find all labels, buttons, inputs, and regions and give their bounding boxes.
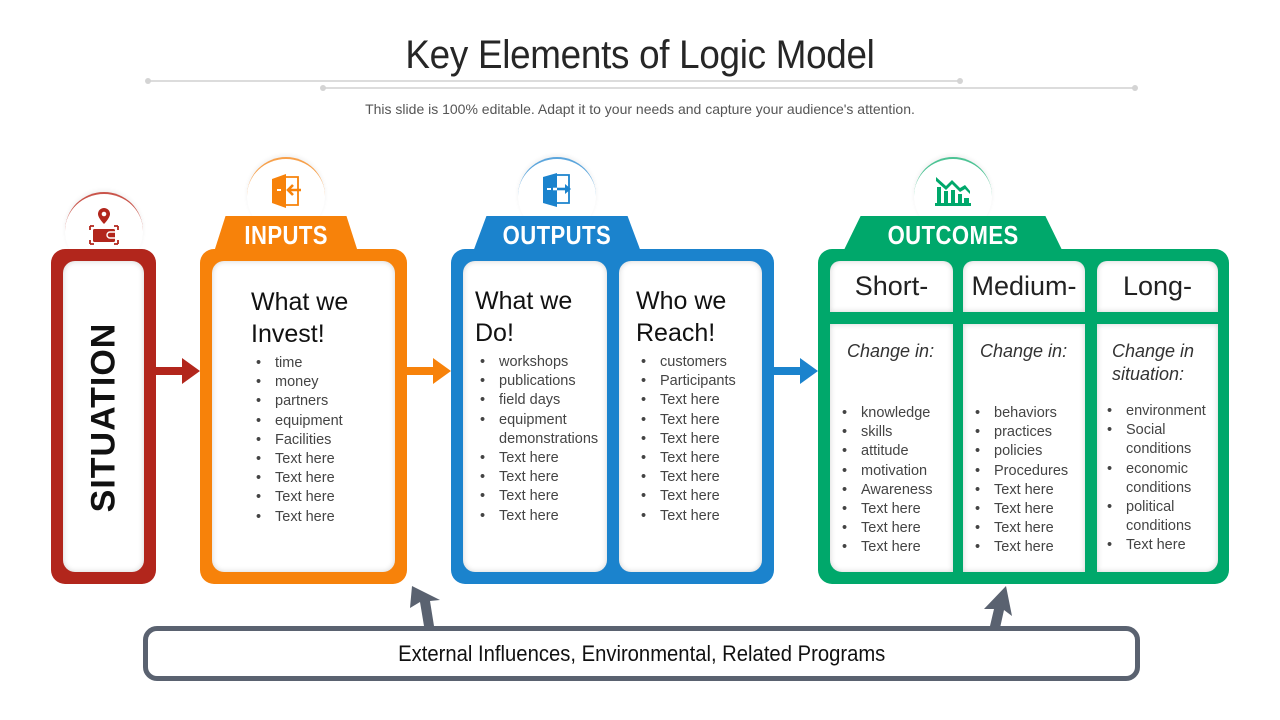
list-item: equipment demonstrations xyxy=(475,411,605,449)
list-item: Awareness xyxy=(837,481,951,500)
list-item: Text here xyxy=(636,391,760,410)
external-influences-box: External Influences, Environmental, Rela… xyxy=(143,626,1140,681)
list-item: Text here xyxy=(970,481,1084,500)
list-item: field days xyxy=(475,391,605,410)
list-item: Text here xyxy=(970,519,1084,538)
outcomes-short-header: Short- xyxy=(830,261,953,312)
outcomes-short-list: knowledgeskillsattitudemotivationAwarene… xyxy=(837,404,951,558)
outcomes-medium-header: Medium- xyxy=(963,261,1085,312)
list-item: Text here xyxy=(475,468,605,487)
situation-label: SITUATION xyxy=(84,322,123,512)
list-item: political conditions xyxy=(1102,498,1216,536)
list-item: partners xyxy=(251,392,391,411)
outcomes-long-subheading: Change in situation: xyxy=(1112,341,1195,384)
list-item: customers xyxy=(636,353,760,372)
title-divider xyxy=(145,78,963,84)
list-item: Text here xyxy=(636,487,760,506)
list-item: policies xyxy=(970,442,1084,461)
slide-subtitle: This slide is 100% editable. Adapt it to… xyxy=(365,101,915,117)
list-item: Text here xyxy=(636,449,760,468)
list-item: environment xyxy=(1102,402,1216,421)
arrow-external-to-outcomes xyxy=(984,586,1012,628)
arrow-inputs-to-outputs xyxy=(407,358,451,384)
arrow-situation-to-inputs xyxy=(156,358,200,384)
list-item: skills xyxy=(837,423,951,442)
list-item: Social conditions xyxy=(1102,421,1216,459)
outcomes-medium-list: behaviorspracticespoliciesProceduresText… xyxy=(970,404,1084,558)
inputs-heading: What we Invest! xyxy=(251,288,349,348)
tab-inputs: INPUTS xyxy=(214,216,358,252)
outcomes-medium-panel: Change in: behaviorspracticespoliciesPro… xyxy=(963,324,1085,572)
inputs-list: timemoneypartnersequipmentFacilitiesText… xyxy=(251,354,391,527)
list-item: economic conditions xyxy=(1102,460,1216,498)
title-divider xyxy=(320,85,1138,91)
inputs-panel: What we Invest! timemoneypartnersequipme… xyxy=(212,261,395,572)
list-item: Text here xyxy=(475,507,605,526)
outcomes-medium-subheading: Change in: xyxy=(980,341,1068,361)
list-item: Text here xyxy=(636,411,760,430)
list-item: workshops xyxy=(475,353,605,372)
list-item: Facilities xyxy=(251,431,391,450)
wallet-location-icon xyxy=(89,208,119,245)
list-item: Text here xyxy=(636,430,760,449)
arrow-outputs-to-outcomes xyxy=(774,358,818,384)
door-enter-icon xyxy=(272,174,301,208)
outputs-do-heading: What we Do! xyxy=(475,287,573,347)
outcomes-long-panel: Change in situation: environmentSocial c… xyxy=(1097,324,1218,572)
list-item: knowledge xyxy=(837,404,951,423)
list-item: Text here xyxy=(475,449,605,468)
list-item: Text here xyxy=(837,519,951,538)
arrow-external-to-inputs xyxy=(410,586,440,626)
list-item: publications xyxy=(475,372,605,391)
list-item: Text here xyxy=(251,450,391,469)
list-item: Text here xyxy=(837,538,951,557)
outcomes-long-header: Long- xyxy=(1097,261,1218,312)
list-item: Text here xyxy=(251,488,391,507)
outputs-reach-list: customersParticipantsText hereText hereT… xyxy=(636,353,760,526)
list-item: money xyxy=(251,373,391,392)
list-item: Text here xyxy=(636,507,760,526)
outputs-do-list: workshopspublicationsfield daysequipment… xyxy=(475,353,605,526)
list-item: Text here xyxy=(475,487,605,506)
outputs-reach-heading: Who we Reach! xyxy=(636,287,727,347)
list-item: equipment xyxy=(251,412,391,431)
list-item: attitude xyxy=(837,442,951,461)
chart-decline-icon xyxy=(935,177,971,206)
tab-outcomes: OUTCOMES xyxy=(843,216,1063,252)
list-item: Text here xyxy=(1102,536,1216,555)
list-item: Participants xyxy=(636,372,760,391)
list-item: Text here xyxy=(837,500,951,519)
outcomes-short-panel: Change in: knowledgeskillsattitudemotiva… xyxy=(830,324,953,572)
outcomes-short-subheading: Change in: xyxy=(847,341,935,361)
list-item: Text here xyxy=(251,508,391,527)
slide-title: Key Elements of Logic Model xyxy=(405,33,875,77)
list-item: Text here xyxy=(636,468,760,487)
list-item: practices xyxy=(970,423,1084,442)
list-item: time xyxy=(251,354,391,373)
list-item: Procedures xyxy=(970,462,1084,481)
door-exit-icon xyxy=(543,173,571,207)
list-item: motivation xyxy=(837,462,951,481)
tab-outputs: OUTPUTS xyxy=(473,216,641,252)
outcomes-long-list: environmentSocial conditionseconomic con… xyxy=(1102,402,1216,556)
situation-label-wrap: SITUATION xyxy=(52,250,156,584)
list-item: behaviors xyxy=(970,404,1084,423)
list-item: Text here xyxy=(251,469,391,488)
outputs-panel-reach: Who we Reach! customersParticipantsText … xyxy=(619,261,762,572)
outputs-panel-do: What we Do! workshopspublicationsfield d… xyxy=(463,261,607,572)
list-item: Text here xyxy=(970,538,1084,557)
external-influences-label: External Influences, Environmental, Rela… xyxy=(397,640,886,666)
list-item: Text here xyxy=(970,500,1084,519)
